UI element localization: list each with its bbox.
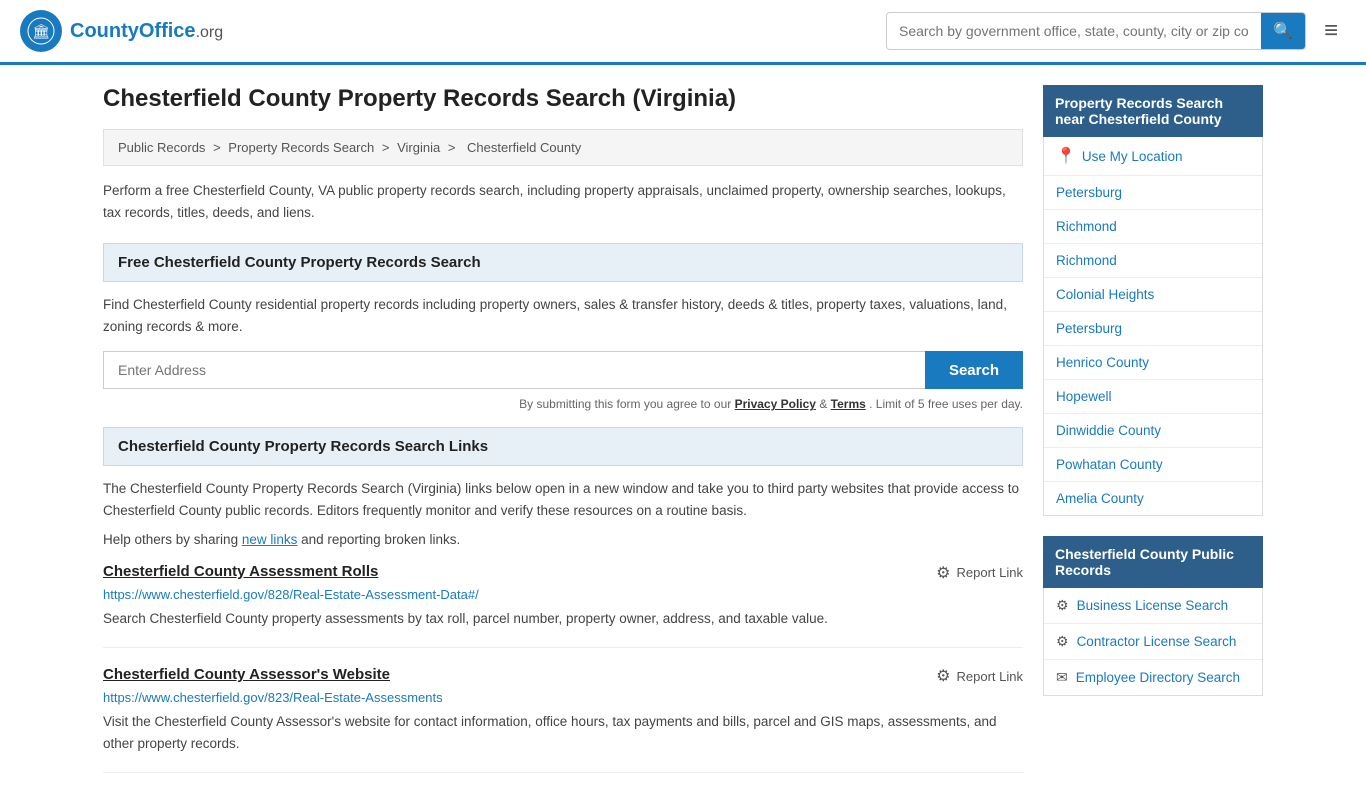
disclaimer-and: & bbox=[819, 397, 830, 411]
nearby-link-9[interactable]: Amelia County bbox=[1056, 491, 1144, 506]
link-item-1: Chesterfield County Assessment Rolls ⚙ R… bbox=[103, 563, 1023, 649]
breadcrumb-link-virginia[interactable]: Virginia bbox=[397, 140, 440, 155]
new-links-text: Help others by sharing new links and rep… bbox=[103, 532, 1023, 547]
link-item-2-url[interactable]: https://www.chesterfield.gov/823/Real-Es… bbox=[103, 690, 1023, 705]
link-item-2-title[interactable]: Chesterfield County Assessor's Website bbox=[103, 666, 390, 683]
nearby-item-6: Hopewell bbox=[1044, 380, 1262, 414]
nearby-link-4[interactable]: Petersburg bbox=[1056, 321, 1122, 336]
link-item-2-desc: Visit the Chesterfield County Assessor's… bbox=[103, 711, 1023, 754]
report-link-2[interactable]: ⚙ Report Link bbox=[936, 666, 1023, 686]
global-search-bar: 🔍 bbox=[886, 12, 1306, 50]
nearby-item-7: Dinwiddie County bbox=[1044, 414, 1262, 448]
breadcrumb: Public Records > Property Records Search… bbox=[103, 129, 1023, 166]
nearby-link-0[interactable]: Petersburg bbox=[1056, 185, 1122, 200]
form-disclaimer: By submitting this form you agree to our… bbox=[103, 397, 1023, 411]
nearby-item-2: Richmond bbox=[1044, 244, 1262, 278]
pub-item-2: ✉ Employee Directory Search bbox=[1044, 660, 1262, 695]
report-link-1[interactable]: ⚙ Report Link bbox=[936, 563, 1023, 583]
nearby-link-6[interactable]: Hopewell bbox=[1056, 389, 1112, 404]
privacy-policy-link[interactable]: Privacy Policy bbox=[735, 397, 816, 411]
header-right: 🔍 ≡ bbox=[886, 12, 1346, 50]
disclaimer-end: . Limit of 5 free uses per day. bbox=[869, 397, 1023, 411]
link-item-1-url[interactable]: https://www.chesterfield.gov/828/Real-Es… bbox=[103, 587, 1023, 602]
public-records-section: Chesterfield County Public Records ⚙ Bus… bbox=[1043, 536, 1263, 696]
new-links-suffix: and reporting broken links. bbox=[301, 532, 460, 547]
pub-link-0[interactable]: Business License Search bbox=[1077, 598, 1229, 613]
page-description: Perform a free Chesterfield County, VA p… bbox=[103, 180, 1023, 223]
link-item-1-title[interactable]: Chesterfield County Assessment Rolls bbox=[103, 563, 378, 580]
global-search-button[interactable]: 🔍 bbox=[1261, 13, 1305, 49]
public-records-title: Chesterfield County Public Records bbox=[1043, 536, 1263, 588]
svg-text:🏛: 🏛 bbox=[32, 23, 50, 39]
main-container: Chesterfield County Property Records Sea… bbox=[83, 65, 1283, 811]
pub-icon-2: ✉ bbox=[1056, 669, 1068, 686]
page-title: Chesterfield County Property Records Sea… bbox=[103, 85, 1023, 113]
pub-link-1[interactable]: Contractor License Search bbox=[1077, 634, 1237, 649]
link-item-1-desc: Search Chesterfield County property asse… bbox=[103, 608, 1023, 630]
nearby-link-8[interactable]: Powhatan County bbox=[1056, 457, 1163, 472]
links-section-heading: Chesterfield County Property Records Sea… bbox=[103, 427, 1023, 466]
nearby-item-8: Powhatan County bbox=[1044, 448, 1262, 482]
terms-link[interactable]: Terms bbox=[831, 397, 866, 411]
nearby-item-9: Amelia County bbox=[1044, 482, 1262, 515]
report-icon-1: ⚙ bbox=[936, 563, 950, 583]
nearby-item-3: Colonial Heights bbox=[1044, 278, 1262, 312]
breadcrumb-link-property[interactable]: Property Records Search bbox=[228, 140, 374, 155]
pub-icon-1: ⚙ bbox=[1056, 633, 1069, 650]
address-search-button[interactable]: Search bbox=[925, 351, 1023, 389]
free-search-description: Find Chesterfield County residential pro… bbox=[103, 294, 1023, 337]
breadcrumb-separator: > bbox=[448, 140, 459, 155]
use-my-location-link[interactable]: Use My Location bbox=[1082, 149, 1183, 164]
breadcrumb-separator: > bbox=[382, 140, 393, 155]
pub-item-0: ⚙ Business License Search bbox=[1044, 588, 1262, 624]
nearby-link-1[interactable]: Richmond bbox=[1056, 219, 1117, 234]
nearby-link-3[interactable]: Colonial Heights bbox=[1056, 287, 1154, 302]
pub-icon-0: ⚙ bbox=[1056, 597, 1069, 614]
nearby-link-2[interactable]: Richmond bbox=[1056, 253, 1117, 268]
links-description: The Chesterfield County Property Records… bbox=[103, 478, 1023, 521]
disclaimer-text: By submitting this form you agree to our bbox=[519, 397, 734, 411]
breadcrumb-separator: > bbox=[213, 140, 224, 155]
sidebar: Property Records Search near Chesterfiel… bbox=[1043, 85, 1263, 791]
menu-icon[interactable]: ≡ bbox=[1316, 13, 1346, 49]
public-records-list: ⚙ Business License Search ⚙ Contractor L… bbox=[1043, 588, 1263, 696]
report-label-1: Report Link bbox=[957, 565, 1023, 580]
address-form: Search bbox=[103, 351, 1023, 389]
free-search-heading: Free Chesterfield County Property Record… bbox=[103, 243, 1023, 282]
logo-icon: 🏛 bbox=[20, 10, 62, 52]
global-search-input[interactable] bbox=[887, 15, 1261, 47]
nearby-item-4: Petersburg bbox=[1044, 312, 1262, 346]
address-input[interactable] bbox=[103, 351, 925, 389]
breadcrumb-current: Chesterfield County bbox=[467, 140, 581, 155]
nearby-title: Property Records Search near Chesterfiel… bbox=[1043, 85, 1263, 137]
link-item-2: Chesterfield County Assessor's Website ⚙… bbox=[103, 666, 1023, 773]
site-header: 🏛 CountyOffice.org 🔍 ≡ bbox=[0, 0, 1366, 65]
content-area: Chesterfield County Property Records Sea… bbox=[103, 85, 1023, 791]
report-icon-2: ⚙ bbox=[936, 666, 950, 686]
logo-text: CountyOffice.org bbox=[70, 20, 223, 43]
pub-link-2[interactable]: Employee Directory Search bbox=[1076, 670, 1240, 685]
logo-area: 🏛 CountyOffice.org bbox=[20, 10, 223, 52]
nearby-item-1: Richmond bbox=[1044, 210, 1262, 244]
pub-item-1: ⚙ Contractor License Search bbox=[1044, 624, 1262, 660]
new-links-anchor[interactable]: new links bbox=[242, 532, 298, 547]
report-label-2: Report Link bbox=[957, 669, 1023, 684]
nearby-list: 📍 Use My Location Petersburg Richmond Ri… bbox=[1043, 137, 1263, 516]
breadcrumb-link-public-records[interactable]: Public Records bbox=[118, 140, 205, 155]
nearby-link-5[interactable]: Henrico County bbox=[1056, 355, 1149, 370]
nearby-item-5: Henrico County bbox=[1044, 346, 1262, 380]
new-links-prefix: Help others by sharing bbox=[103, 532, 242, 547]
nearby-link-7[interactable]: Dinwiddie County bbox=[1056, 423, 1161, 438]
link-item-2-header: Chesterfield County Assessor's Website ⚙… bbox=[103, 666, 1023, 686]
link-item-1-header: Chesterfield County Assessment Rolls ⚙ R… bbox=[103, 563, 1023, 583]
nearby-section: Property Records Search near Chesterfiel… bbox=[1043, 85, 1263, 516]
use-my-location-item[interactable]: 📍 Use My Location bbox=[1044, 137, 1262, 176]
nearby-item-0: Petersburg bbox=[1044, 176, 1262, 210]
